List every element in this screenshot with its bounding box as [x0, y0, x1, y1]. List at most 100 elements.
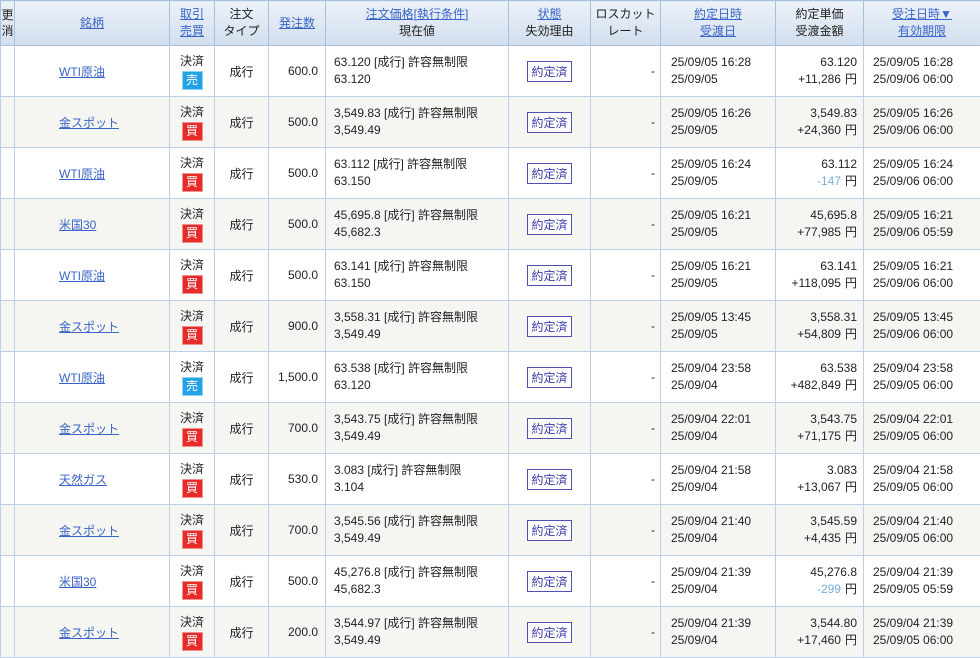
cell-price: 3.083 [成行] 許容無制限 3.104 — [325, 453, 509, 505]
delivery-date: 25/09/05 — [671, 174, 718, 188]
cell-order-type: 成行 — [214, 453, 269, 505]
symbol-link[interactable]: WTI原油 — [59, 371, 105, 385]
cell-trade: 決済 買 — [169, 300, 215, 352]
header-quantity-sort-link[interactable]: 発注数 — [279, 15, 315, 32]
order-datetime: 25/09/05 16:24 — [873, 157, 954, 171]
exec-datetime: 25/09/04 21:58 — [671, 463, 752, 477]
symbol-link[interactable]: WTI原油 — [59, 269, 105, 283]
header-order-datetime-sort-link[interactable]: 受注日時▼ — [892, 6, 952, 23]
cell-losscut-rate: - — [590, 45, 661, 97]
cell-exec-datetime: 25/09/04 21:39 25/09/04 — [660, 555, 776, 607]
cell-order-type: 成行 — [214, 300, 269, 352]
expiry-datetime: 25/09/06 06:00 — [873, 276, 954, 290]
header-trade-sort-link-line2[interactable]: 売買 — [180, 23, 204, 40]
cell-trade: 決済 売 — [169, 45, 215, 97]
current-price: 63.150 — [334, 276, 371, 290]
exec-datetime: 25/09/05 16:28 — [671, 55, 752, 69]
header-price-sort-link[interactable]: 注文価格[執行条件] — [366, 6, 469, 23]
header-expiry-sort-link[interactable]: 有効期限 — [898, 23, 946, 40]
expiry-datetime: 25/09/05 05:59 — [873, 582, 954, 596]
symbol-link[interactable]: 米国30 — [59, 575, 96, 589]
cell-order-datetime: 25/09/04 21:58 25/09/05 06:00 — [863, 453, 980, 505]
delivery-date: 25/09/04 — [671, 480, 718, 494]
side-badge: 買 — [181, 427, 203, 447]
cell-losscut-rate: - — [590, 300, 661, 352]
symbol-link[interactable]: 金スポット — [59, 626, 119, 640]
cell-price: 3,549.83 [成行] 許容無制限 3,549.49 — [325, 96, 509, 148]
cell-price: 63.141 [成行] 許容無制限 63.150 — [325, 249, 509, 301]
current-price: 63.120 — [334, 72, 371, 86]
cell-losscut-rate: - — [590, 96, 661, 148]
table-row: WTI原油 決済 売 成行 1,500.0 63.538 [成行] 許容無制限 … — [0, 351, 980, 403]
delivery-date: 25/09/05 — [671, 327, 718, 341]
cell-losscut-rate: - — [590, 147, 661, 199]
symbol-link[interactable]: WTI原油 — [59, 65, 105, 79]
header-symbol-sort-link[interactable]: 銘柄 — [80, 15, 104, 32]
symbol-link[interactable]: 天然ガス — [59, 473, 107, 487]
symbol-link[interactable]: 米国30 — [59, 218, 96, 232]
status-badge: 約定済 — [527, 417, 572, 439]
status-badge: 約定済 — [527, 264, 572, 286]
cell-quantity: 700.0 — [268, 504, 326, 556]
header-delivery-date-sort-link[interactable]: 受渡日 — [700, 23, 736, 40]
side-badge: 買 — [181, 223, 203, 243]
cell-status: 約定済 — [508, 453, 591, 505]
delivery-date: 25/09/05 — [671, 123, 718, 137]
cell-order-type: 成行 — [214, 249, 269, 301]
expiry-datetime: 25/09/06 05:59 — [873, 225, 954, 239]
symbol-link[interactable]: WTI原油 — [59, 167, 105, 181]
cell-action — [0, 555, 15, 607]
symbol-link[interactable]: 金スポット — [59, 422, 119, 436]
order-price-condition: 3,545.56 [成行] 許容無制限 — [334, 514, 479, 528]
cell-exec-datetime: 25/09/04 21:58 25/09/04 — [660, 453, 776, 505]
cell-symbol: 金スポット — [14, 300, 170, 352]
exec-datetime: 25/09/05 16:21 — [671, 259, 752, 273]
status-badge: 約定済 — [527, 519, 572, 541]
amount-value: +24,360 — [797, 123, 841, 137]
table-row: 天然ガス 決済 買 成行 530.0 3.083 [成行] 許容無制限 3.10… — [0, 453, 980, 505]
cell-order-datetime: 25/09/04 22:01 25/09/05 06:00 — [863, 402, 980, 454]
amount-unit: 円 — [844, 633, 857, 647]
amount-value: +71,175 — [797, 429, 841, 443]
cell-action — [0, 198, 15, 250]
symbol-link[interactable]: 金スポット — [59, 116, 119, 130]
order-datetime: 25/09/04 22:01 — [873, 412, 954, 426]
amount-unit: 円 — [844, 327, 857, 341]
cell-exec-price-amount: 3,543.75 +71,175 円 — [775, 402, 864, 454]
header-exec-datetime: 約定日時 受渡日 — [660, 0, 776, 46]
cell-order-type: 成行 — [214, 147, 269, 199]
exec-unit-price: 3,544.80 — [810, 616, 857, 630]
cell-symbol: 金スポット — [14, 96, 170, 148]
amount-unit: 円 — [844, 72, 857, 86]
order-price-condition: 45,695.8 [成行] 許容無制限 — [334, 208, 479, 222]
status-badge: 約定済 — [527, 468, 572, 490]
cell-price: 63.538 [成行] 許容無制限 63.120 — [325, 351, 509, 403]
cell-status: 約定済 — [508, 351, 591, 403]
header-exec-datetime-sort-link[interactable]: 約定日時 — [694, 6, 742, 23]
order-price-condition: 63.141 [成行] 許容無制限 — [334, 259, 469, 273]
cell-trade: 決済 買 — [169, 96, 215, 148]
trade-kind-label: 決済 — [179, 512, 204, 527]
exec-unit-price: 63.141 — [820, 259, 857, 273]
cell-order-type: 成行 — [214, 606, 269, 658]
header-trade-sort-link-line1[interactable]: 取引 — [180, 6, 204, 23]
delivery-amount: +71,175 円 — [777, 428, 857, 445]
order-datetime: 25/09/04 21:39 — [873, 616, 954, 630]
status-badge: 約定済 — [527, 213, 572, 235]
symbol-link[interactable]: 金スポット — [59, 524, 119, 538]
amount-value: +11,286 — [798, 72, 841, 86]
cell-exec-datetime: 25/09/04 23:58 25/09/04 — [660, 351, 776, 403]
header-status-sort-link[interactable]: 状態 — [537, 6, 561, 23]
delivery-amount: +77,985 円 — [777, 224, 857, 241]
order-datetime: 25/09/05 16:21 — [873, 208, 954, 222]
header-losscut: ロスカット レート — [590, 0, 661, 46]
cell-quantity: 500.0 — [268, 147, 326, 199]
amount-value: +4,435 — [803, 531, 841, 545]
symbol-link[interactable]: 金スポット — [59, 320, 119, 334]
orders-table: 更 消 銘柄 取引 売買 注文 タイプ 発注数 注文価格[執行条件] 現在値 状… — [0, 0, 980, 658]
cell-quantity: 500.0 — [268, 555, 326, 607]
order-price-condition: 63.120 [成行] 許容無制限 — [334, 55, 469, 69]
cell-status: 約定済 — [508, 249, 591, 301]
trade-kind-label: 決済 — [179, 53, 204, 68]
header-action-line2: 消 — [1, 24, 14, 38]
